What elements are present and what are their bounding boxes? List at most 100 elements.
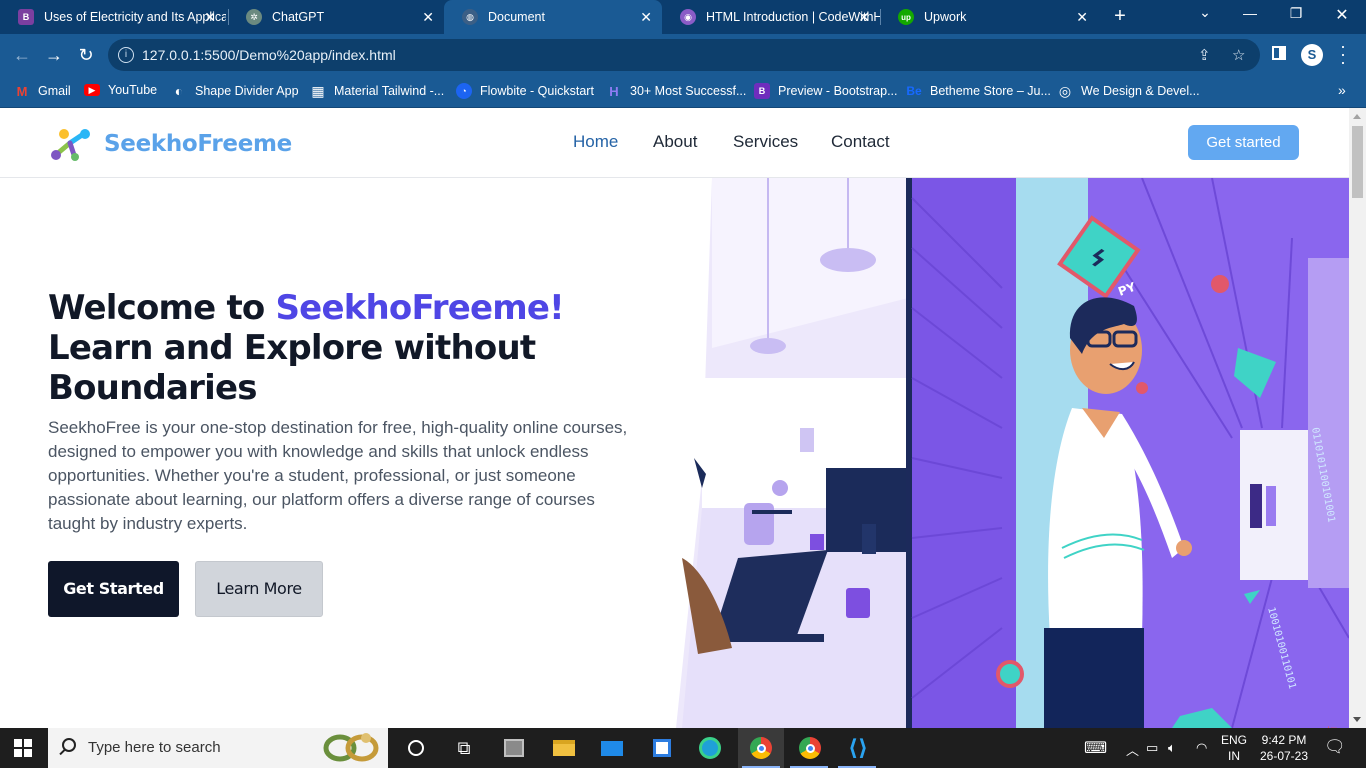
tab-close-icon[interactable]: ✕ — [858, 9, 870, 25]
site-navbar: SeekhoFreeme Home About Services Contact… — [0, 108, 1349, 178]
tab-chatgpt[interactable]: ✲ ChatGPT ✕ — [228, 0, 444, 34]
get-started-nav-button[interactable]: Get started — [1188, 125, 1299, 160]
tab-document[interactable]: ◍ Document ✕ — [444, 0, 662, 34]
tab-favicon-icon: B — [18, 9, 34, 25]
forward-arrow-icon[interactable]: → — [42, 43, 66, 67]
notifications-icon[interactable]: 🗨︎ — [1324, 737, 1346, 757]
nav-contact[interactable]: Contact — [831, 132, 890, 152]
tab-title: ChatGPT — [272, 10, 325, 24]
bookmark-star-icon[interactable]: ☆ — [1232, 46, 1245, 64]
scroll-down-arrow-icon[interactable] — [1353, 717, 1361, 722]
tab-favicon-icon: ✲ — [246, 9, 262, 25]
bookmark-youtube[interactable]: ▶ YouTube — [84, 83, 157, 97]
logo-molecule-icon — [51, 129, 90, 161]
h-logo-icon: H — [609, 83, 619, 99]
bookmark-label: YouTube — [108, 83, 158, 97]
side-panel-icon[interactable] — [1272, 46, 1286, 60]
tab-electricity[interactable]: B Uses of Electricity and Its Applicatio… — [0, 0, 226, 34]
tab-close-icon[interactable]: ✕ — [204, 9, 216, 25]
language-region: IN — [1228, 749, 1240, 763]
nav-home[interactable]: Home — [573, 132, 618, 152]
shape-divider-icon: ◐ — [174, 83, 184, 99]
chrome-icon[interactable] — [747, 734, 775, 762]
new-tab-plus-icon[interactable]: + — [1110, 6, 1130, 26]
behance-icon: Be — [906, 84, 922, 98]
scrollbar-thumb[interactable] — [1352, 126, 1363, 198]
bookmark-preview-bootstrap[interactable]: B Preview - Bootstrap... — [754, 83, 898, 99]
share-icon[interactable]: ⇪ — [1198, 46, 1211, 64]
nav-about[interactable]: About — [653, 132, 697, 152]
page-scrollbar[interactable] — [1349, 108, 1366, 728]
youtube-icon: ▶ — [84, 84, 100, 96]
tab-favicon-icon: ◍ — [462, 9, 478, 25]
hero-title-line3: Boundaries — [48, 368, 257, 408]
browser-menu-icon[interactable]: · · · — [1338, 37, 1348, 71]
nav-services[interactable]: Services — [733, 132, 798, 152]
scroll-up-arrow-icon[interactable] — [1353, 114, 1361, 119]
bookmark-label: Shape Divider App — [195, 84, 299, 98]
cortana-icon[interactable] — [402, 734, 430, 762]
tab-title: Uses of Electricity and Its Applications — [44, 10, 226, 24]
close-window-icon[interactable]: ✕ — [1332, 5, 1352, 25]
volume-icon[interactable]: 🔈︎ — [1168, 740, 1176, 756]
windows-taskbar: Type here to search ⧉ ⟨⟩ ⌨ ︿ ▭ 🔈︎ ◠ ENG — [0, 728, 1366, 768]
profile-avatar[interactable]: S — [1301, 44, 1323, 66]
logo-text: SeekhoFreeme — [104, 131, 292, 157]
chrome-profile-icon[interactable] — [796, 734, 824, 762]
address-bar[interactable]: i 127.0.0.1:5500/Demo%20app/index.html ⇪… — [108, 39, 1260, 71]
restore-icon[interactable]: ❐ — [1286, 5, 1306, 22]
task-view-icon[interactable]: ⧉ — [450, 734, 478, 762]
tab-title: Document — [488, 10, 545, 24]
edge-icon[interactable] — [696, 734, 724, 762]
hero-title-highlight: SeekhoFreeme! — [275, 288, 565, 328]
mail-icon[interactable] — [598, 734, 626, 762]
language-indicator[interactable]: ENG IN — [1220, 732, 1248, 764]
tab-close-icon[interactable]: ✕ — [640, 9, 652, 25]
gmail-icon: M — [16, 83, 28, 99]
wifi-icon[interactable]: ◠ — [1196, 740, 1207, 756]
search-highlight-doodle-icon — [323, 733, 379, 762]
bookmark-label: We Design & Devel... — [1081, 84, 1200, 98]
site-info-icon[interactable]: i — [118, 47, 134, 63]
minimize-icon[interactable]: — — [1240, 5, 1260, 21]
store-icon[interactable] — [648, 734, 676, 762]
more-bookmarks-icon[interactable]: » — [1338, 82, 1346, 98]
bookmark-flowbite[interactable]: ◔ Flowbite - Quickstart — [456, 83, 594, 99]
reload-icon[interactable]: ↻ — [74, 43, 98, 67]
language-code: ENG — [1220, 733, 1247, 747]
file-explorer-icon[interactable] — [550, 734, 578, 762]
tab-search-chevron-icon[interactable]: ⌄ — [1195, 4, 1215, 21]
bookmark-label: Material Tailwind -... — [334, 84, 445, 98]
bookmark-gmail[interactable]: M Gmail — [14, 83, 71, 99]
get-started-button[interactable]: Get Started — [48, 561, 179, 617]
show-hidden-icons-chevron-icon[interactable]: ︿ — [1126, 740, 1139, 759]
learn-more-button[interactable]: Learn More — [195, 561, 323, 617]
we-design-icon: ◎ — [1058, 82, 1072, 99]
hero-heading: Welcome to SeekhoFreeme! Learn and Explo… — [48, 288, 668, 408]
bookmark-shape-divider[interactable]: ◐ Shape Divider App — [171, 83, 299, 99]
tab-close-icon[interactable]: ✕ — [1076, 9, 1088, 25]
back-arrow-icon[interactable]: ← — [10, 43, 34, 67]
touch-keyboard-icon[interactable]: ⌨ — [1084, 738, 1107, 758]
vscode-icon[interactable]: ⟨⟩ — [844, 734, 872, 762]
tab-upwork[interactable]: up Upwork ✕ — [880, 0, 1098, 34]
bookmark-30-most-successful[interactable]: H 30+ Most Successf... — [606, 83, 746, 99]
windows-start-icon[interactable] — [14, 739, 32, 757]
web-page: SeekhoFreeme Home About Services Contact… — [0, 108, 1349, 728]
tab-favicon-icon: ◉ — [680, 9, 696, 25]
hero-title-line2: Learn and Explore without — [48, 328, 536, 368]
bookmark-betheme-store[interactable]: Be Betheme Store – Ju... — [906, 83, 1051, 99]
tab-title: Upwork — [924, 10, 967, 24]
bookmark-we-design[interactable]: ◎ We Design & Devel... — [1057, 83, 1200, 99]
tab-close-icon[interactable]: ✕ — [422, 9, 434, 25]
taskbar-search-placeholder: Type here to search — [88, 739, 221, 756]
clock-time: 9:42 PM — [1261, 733, 1307, 747]
battery-icon[interactable]: ▭ — [1146, 740, 1158, 756]
hero-illustration: ϟ PY 0110101100101001 10010100110101 </> — [676, 178, 1349, 728]
site-logo[interactable]: SeekhoFreeme — [50, 127, 292, 161]
taskbar-search-box[interactable]: Type here to search — [48, 728, 388, 768]
bookmark-material-tailwind[interactable]: ▦ Material Tailwind -... — [310, 83, 444, 99]
tab-html-introduction[interactable]: ◉ HTML Introduction | CodeWithHarry ✕ — [662, 0, 880, 34]
photos-app-icon[interactable] — [500, 734, 528, 762]
taskbar-clock[interactable]: 9:42 PM 26-07-23 — [1252, 732, 1316, 764]
